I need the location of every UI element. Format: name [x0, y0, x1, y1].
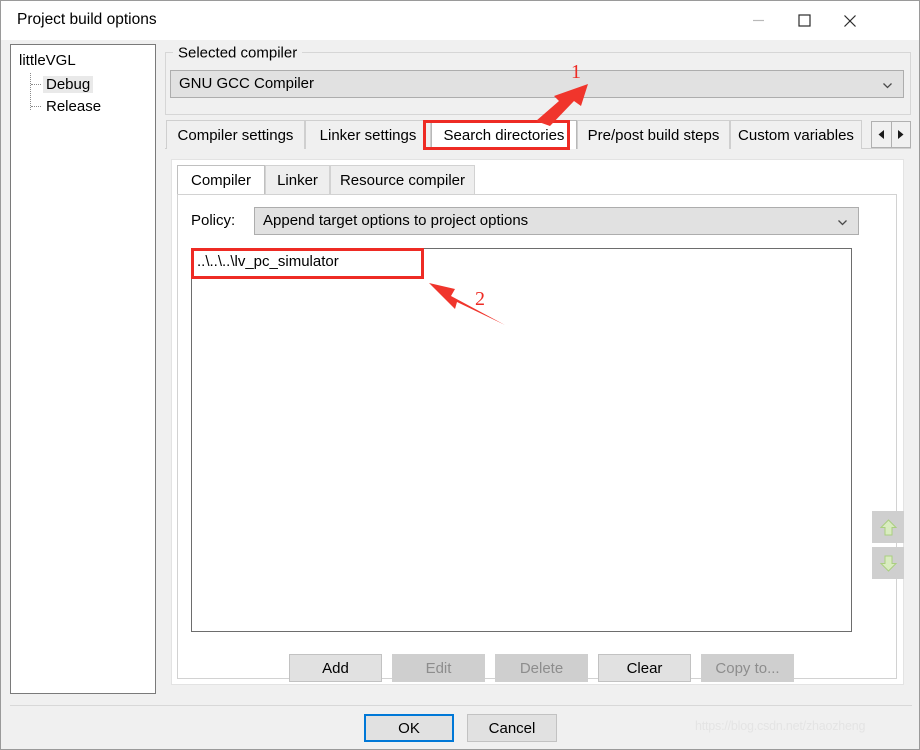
chevron-down-icon — [883, 83, 892, 89]
triangle-right-icon — [898, 130, 904, 139]
settings-tabstrip: Compiler settings Linker settings Search… — [165, 120, 911, 150]
ok-button-label: OK — [398, 719, 420, 737]
add-button-label: Add — [322, 659, 349, 677]
search-dir-body: Policy: Append target options to project… — [177, 194, 904, 679]
tree-guide-line — [30, 73, 32, 110]
clear-button[interactable]: Clear — [598, 654, 691, 682]
tab-linker-settings[interactable]: Linker settings — [305, 120, 431, 149]
directory-actions: Add Edit Delete Clear Copy to... — [171, 654, 904, 684]
compiler-select-value: GNU GCC Compiler — [179, 75, 315, 92]
tabstrip-scroll-buttons — [871, 121, 911, 148]
cancel-button[interactable]: Cancel — [467, 714, 557, 742]
project-build-options-dialog: Project build options littleVGL Debug Re… — [0, 0, 920, 750]
list-item[interactable]: ..\..\..\lv_pc_simulator — [197, 253, 339, 270]
copy-to-button[interactable]: Copy to... — [701, 654, 794, 682]
tab-pre-post-build-steps-label: Pre/post build steps — [587, 126, 720, 144]
maximize-icon — [797, 14, 811, 27]
inner-tab-linker-label: Linker — [277, 171, 318, 189]
triangle-left-icon — [878, 130, 884, 139]
clear-button-label: Clear — [626, 659, 663, 677]
watermark: https://blog.csdn.net/zhaozheng — [695, 719, 866, 733]
minimize-icon — [752, 19, 764, 22]
tree-item-debug[interactable]: Debug — [43, 76, 94, 93]
close-icon — [844, 14, 856, 27]
add-button[interactable]: Add — [289, 654, 382, 682]
tab-search-directories[interactable]: Search directories — [431, 120, 577, 149]
inner-tab-resource-compiler-label: Resource compiler — [339, 171, 466, 189]
arrow-up-icon — [879, 518, 897, 535]
tab-search-directories-label: Search directories — [443, 126, 565, 144]
chevron-down-icon — [838, 220, 847, 226]
tree-item-release[interactable]: Release — [43, 98, 104, 115]
inner-tab-compiler[interactable]: Compiler — [177, 165, 265, 195]
ok-button[interactable]: OK — [364, 714, 454, 742]
tree-tick-debug — [31, 84, 41, 86]
inner-tab-resource-compiler[interactable]: Resource compiler — [330, 165, 475, 194]
tab-compiler-settings[interactable]: Compiler settings — [166, 120, 305, 149]
edit-button[interactable]: Edit — [392, 654, 485, 682]
tab-pre-post-build-steps[interactable]: Pre/post build steps — [577, 120, 730, 149]
window-title: Project build options — [17, 11, 157, 28]
directories-listbox[interactable]: ..\..\..\lv_pc_simulator — [191, 248, 852, 632]
inner-tab-compiler-label: Compiler — [190, 172, 251, 189]
delete-button[interactable]: Delete — [495, 654, 588, 682]
tab-linker-settings-label: Linker settings — [319, 126, 417, 144]
compiler-select[interactable]: GNU GCC Compiler — [170, 70, 904, 98]
reorder-buttons — [872, 511, 904, 579]
close-button[interactable] — [827, 1, 873, 40]
tab-compiler-settings-label: Compiler settings — [177, 126, 294, 144]
tabstrip-scroll-right-button[interactable] — [890, 122, 910, 147]
tab-custom-variables[interactable]: Custom variables — [730, 120, 862, 149]
delete-button-label: Delete — [519, 659, 564, 677]
inner-tab-linker[interactable]: Linker — [265, 165, 330, 194]
policy-select-value: Append target options to project options — [263, 212, 529, 229]
edit-button-label: Edit — [425, 659, 452, 677]
options-content: Selected compiler GNU GCC Compiler Compi… — [164, 44, 912, 694]
minimize-button[interactable] — [735, 1, 781, 40]
move-down-button[interactable] — [872, 547, 904, 579]
title-bar: Project build options — [1, 1, 919, 40]
cancel-button-label: Cancel — [488, 719, 536, 737]
policy-label: Policy: — [191, 212, 236, 229]
target-tree-panel[interactable]: littleVGL Debug Release — [10, 44, 156, 694]
maximize-button[interactable] — [781, 1, 827, 40]
tab-custom-variables-label: Custom variables — [738, 126, 854, 144]
tree-item-project[interactable]: littleVGL — [19, 52, 76, 69]
move-up-button[interactable] — [872, 511, 904, 543]
bottom-separator — [10, 705, 912, 706]
policy-select[interactable]: Append target options to project options — [254, 207, 859, 235]
arrow-down-icon — [879, 555, 897, 572]
search-directories-panel: Compiler Linker Resource compiler Policy… — [171, 159, 904, 685]
selected-compiler-label: Selected compiler — [173, 44, 303, 62]
copy-to-button-label: Copy to... — [715, 659, 780, 677]
tabstrip-scroll-left-button[interactable] — [872, 122, 891, 147]
tree-tick-release — [31, 106, 41, 108]
